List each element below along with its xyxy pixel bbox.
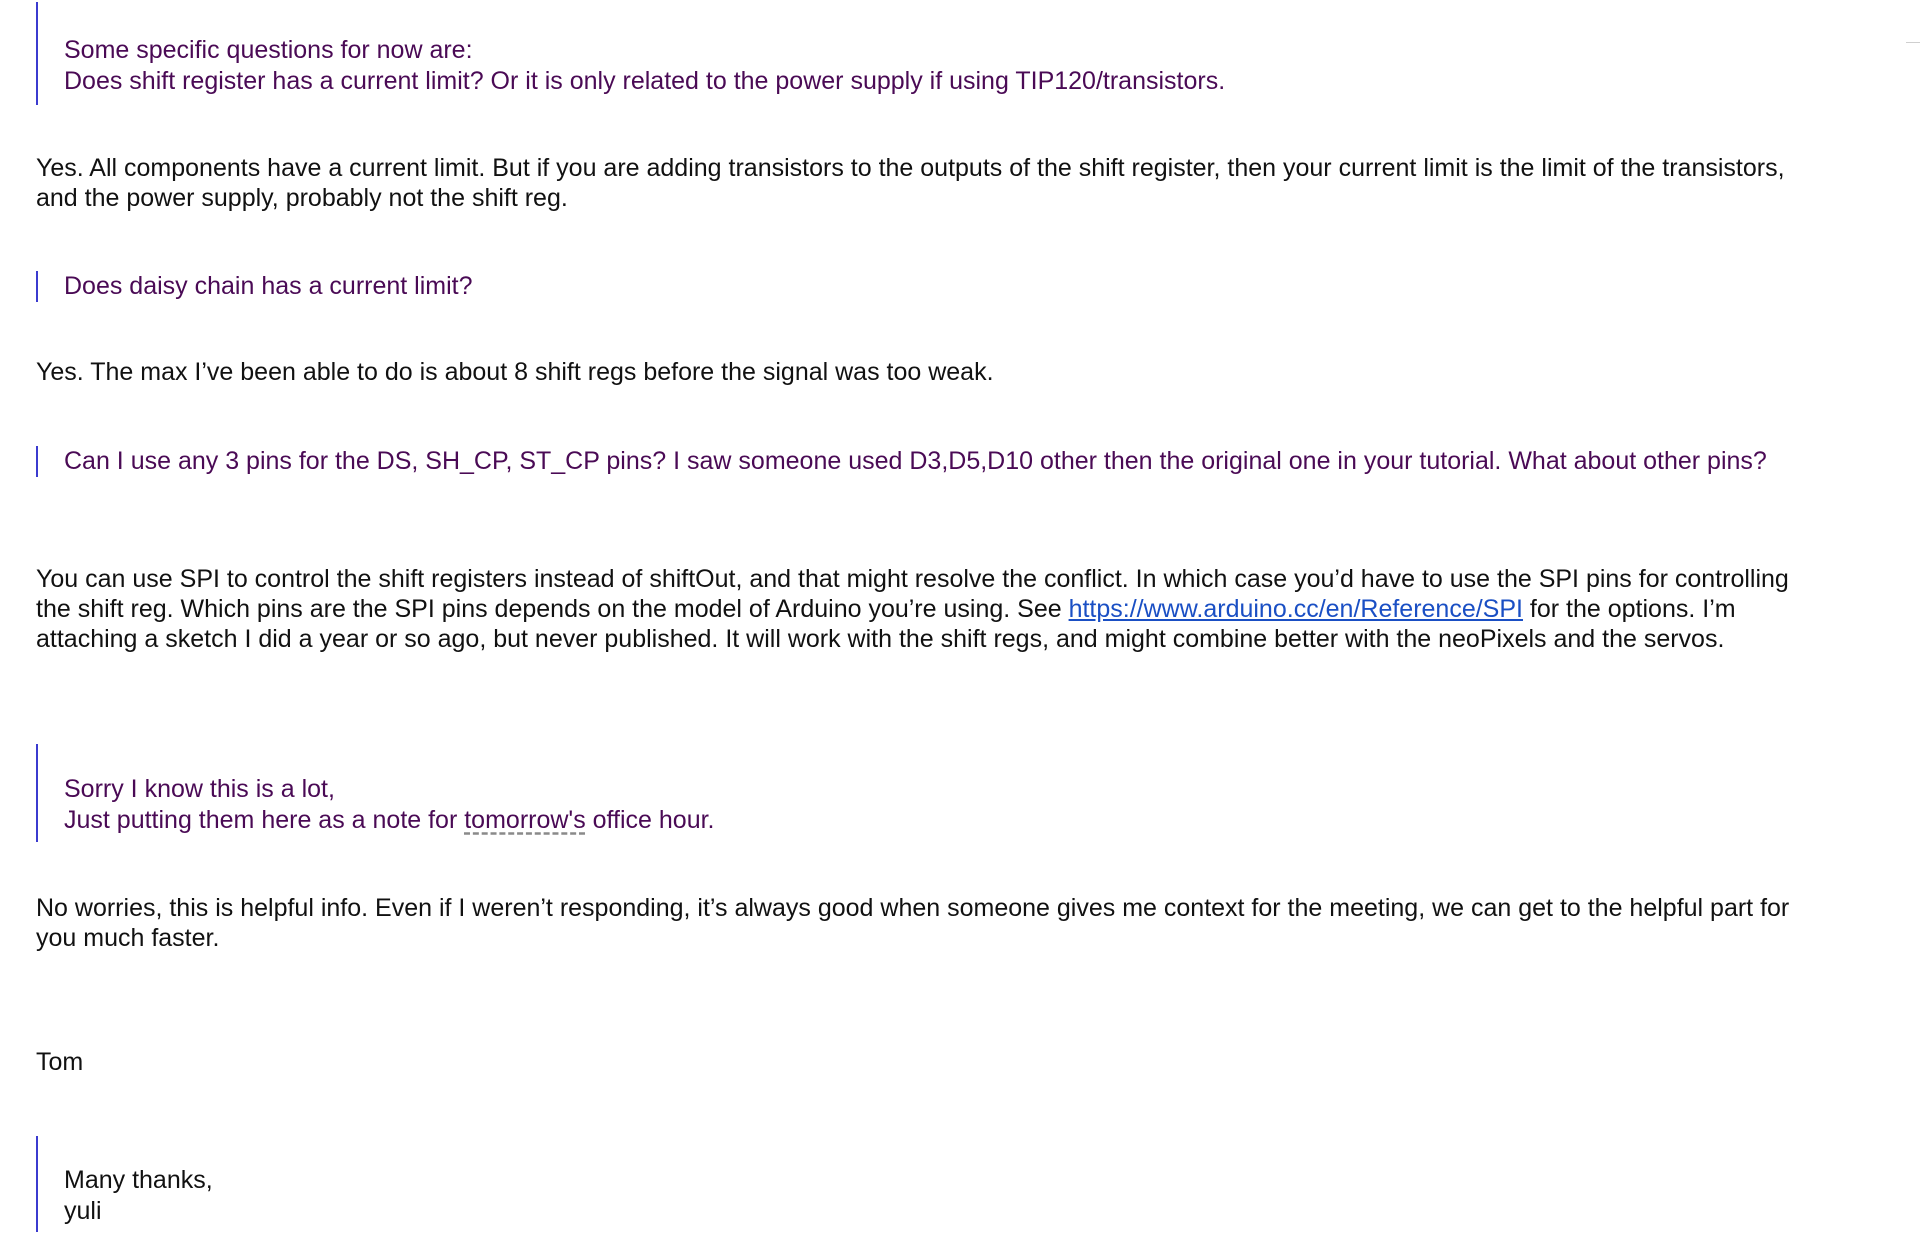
reply-text-with-link: the shift reg. Which pins are the SPI pi… bbox=[36, 594, 1846, 624]
reply-block-spi: You can use SPI to control the shift reg… bbox=[36, 564, 1846, 654]
reply-text: You can use SPI to control the shift reg… bbox=[36, 565, 1789, 593]
quoted-block-daisy-chain: Does daisy chain has a current limit? bbox=[36, 271, 473, 302]
signature: Tom bbox=[36, 1047, 1846, 1077]
quoted-text: Just putting them here as a note for tom… bbox=[64, 805, 715, 836]
reply-text: Yes. All components have a current limit… bbox=[36, 154, 1785, 182]
quoted-text-part: office hour. bbox=[585, 806, 715, 834]
quoted-block-questions: Some specific questions for now are: Doe… bbox=[36, 2, 1225, 105]
misspelled-word[interactable]: tomorrow's bbox=[464, 806, 585, 834]
quoted-text: Can I use any 3 pins for the DS, SH_CP, … bbox=[64, 447, 1767, 475]
divider bbox=[1906, 42, 1920, 43]
quoted-block-closing: Many thanks, yuli bbox=[36, 1136, 213, 1232]
reply-text: the shift reg. Which pins are the SPI pi… bbox=[36, 595, 1069, 623]
reply-text: attaching a sketch I did a year or so ag… bbox=[36, 625, 1725, 653]
reply-block-current-limit: Yes. All components have a current limit… bbox=[36, 153, 1846, 213]
reply-text: and the power supply, probably not the s… bbox=[36, 184, 568, 212]
quoted-block-pins: Can I use any 3 pins for the DS, SH_CP, … bbox=[36, 446, 1767, 477]
email-thread: Some specific questions for now are: Doe… bbox=[0, 0, 1920, 1250]
quoted-text: Many thanks, bbox=[64, 1166, 213, 1194]
reply-text: Yes. The max I’ve been able to do is abo… bbox=[36, 358, 994, 386]
quoted-text: Some specific questions for now are: bbox=[64, 36, 473, 64]
reply-block-no-worries: No worries, this is helpful info. Even i… bbox=[36, 893, 1846, 953]
quoted-text: Sorry I know this is a lot, bbox=[64, 775, 335, 803]
quoted-text: yuli bbox=[64, 1197, 102, 1225]
reply-block-daisy-chain: Yes. The max I’ve been able to do is abo… bbox=[36, 357, 1846, 387]
quoted-block-apology: Sorry I know this is a lot, Just putting… bbox=[36, 744, 715, 842]
quoted-text: Does daisy chain has a current limit? bbox=[64, 272, 473, 300]
signature-name: Tom bbox=[36, 1048, 84, 1076]
reply-text: for the options. I’m bbox=[1522, 595, 1736, 623]
quoted-text: Does shift register has a current limit?… bbox=[64, 67, 1226, 95]
quoted-text-part: Just putting them here as a note for bbox=[64, 806, 465, 834]
reply-text: No worries, this is helpful info. Even i… bbox=[36, 894, 1790, 922]
spi-reference-link[interactable]: https://www.arduino.cc/en/Reference/SPI bbox=[1069, 595, 1523, 623]
reply-text: you much faster. bbox=[36, 924, 220, 952]
